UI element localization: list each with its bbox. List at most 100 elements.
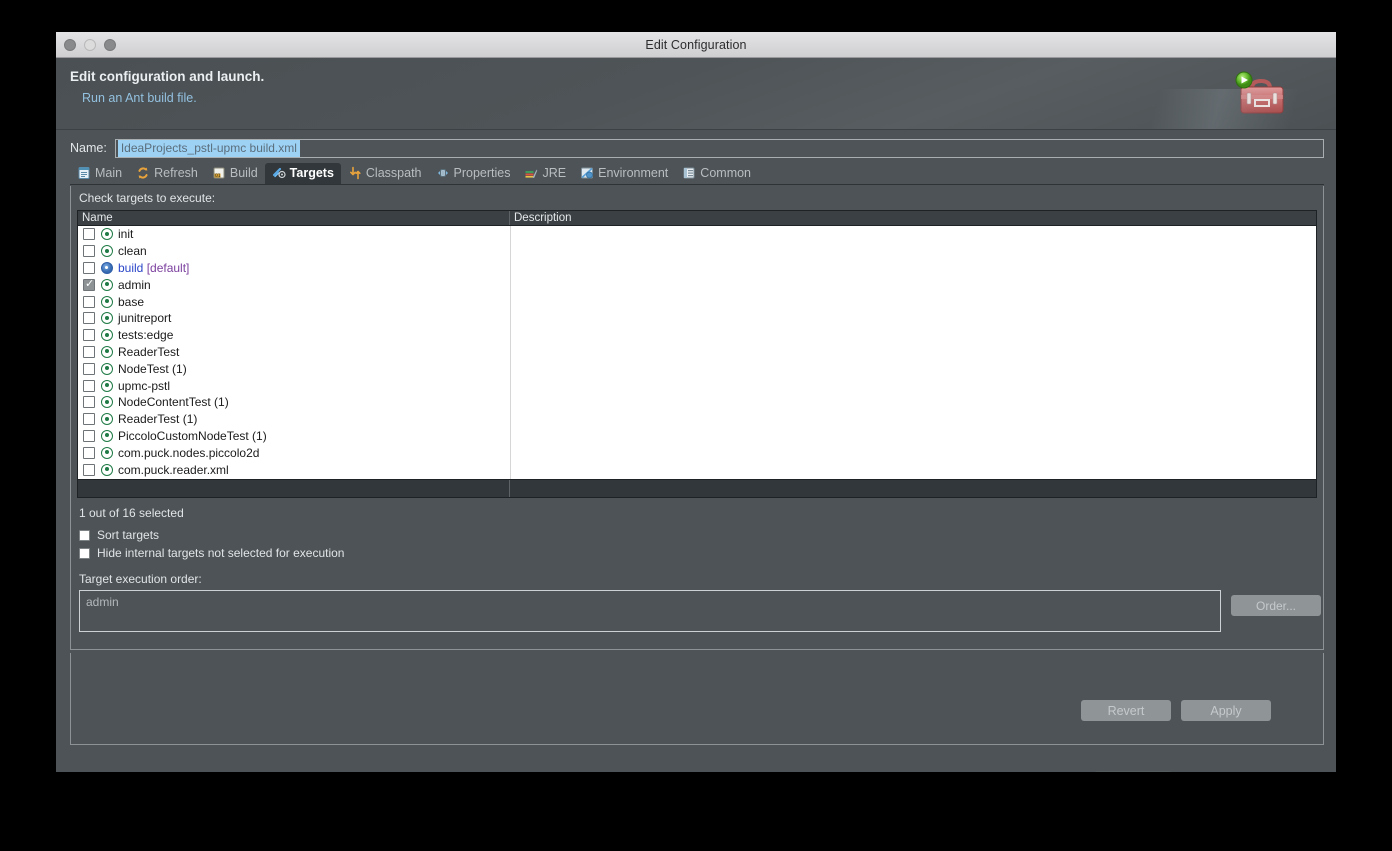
tab-common-label: Common [700,166,752,180]
column-header-description[interactable]: Description [510,211,1316,225]
target-checkbox[interactable] [83,379,95,392]
classpath-icon [348,166,362,180]
target-checkbox[interactable] [83,278,95,291]
target-checkbox[interactable] [83,345,95,358]
target-name-label: NodeTest (1) [118,361,187,376]
environment-icon [580,166,594,180]
jre-books-icon [524,166,538,180]
target-checkbox[interactable] [83,463,95,476]
target-name-label: base [118,294,145,309]
order-button[interactable]: Order... [1231,595,1321,616]
target-checkbox[interactable] [83,312,95,325]
target-checkbox[interactable] [83,295,95,308]
tab-properties[interactable]: Properties [429,163,518,184]
target-icon [101,463,113,476]
target-icon [101,413,113,426]
hide-internal-targets-checkbox[interactable] [79,547,90,559]
target-icon [101,362,113,375]
column-header-name[interactable]: Name [78,211,510,225]
target-checkbox[interactable] [83,245,95,258]
tab-build[interactable]: 01 Build [205,163,265,184]
zoom-window-button[interactable] [104,39,116,51]
refresh-icon [136,166,150,180]
table-row[interactable]: NodeTest (1) [78,360,1316,377]
target-checkbox[interactable] [83,329,95,342]
target-checkbox[interactable] [83,446,95,459]
target-name-label: junitreport [118,311,172,326]
target-name-label: init [118,227,134,242]
dialog-banner: Edit configuration and launch. Run an An… [56,58,1336,130]
default-target-icon [101,261,113,274]
hide-internal-targets-option[interactable]: Hide internal targets not selected for e… [79,546,344,560]
table-row[interactable]: build [default] [78,260,1316,277]
targets-table-footer-strip[interactable] [78,479,1316,497]
target-icon [101,446,113,459]
targets-table: Name Description init clean build [default… [77,210,1317,498]
target-name-label: com.puck.nodes.piccolo2d [118,445,260,460]
tab-environment-label: Environment [598,166,669,180]
table-row[interactable]: init [78,226,1316,243]
target-checkbox[interactable] [83,261,95,274]
common-icon [682,166,696,180]
target-execution-order-box[interactable]: admin [79,590,1221,632]
targets-table-body[interactable]: init cleanbuild [default] admin base junitre… [78,226,1316,479]
properties-icon [436,166,450,180]
table-row[interactable]: base [78,293,1316,310]
table-row[interactable]: PiccoloCustomNodeTest (1) [78,428,1316,445]
table-row[interactable]: com.puck.reader.xml [78,461,1316,478]
target-icon [101,396,113,409]
tab-jre-label: JRE [542,166,567,180]
tab-common[interactable]: Common [675,163,758,184]
table-row[interactable]: NodeContentTest (1) [78,394,1316,411]
minimize-window-button[interactable] [84,39,96,51]
targets-table-header: Name Description [78,211,1316,226]
traffic-light-group [64,39,116,51]
table-row[interactable]: admin [78,276,1316,293]
target-checkbox[interactable] [83,413,95,426]
name-row: Name: IdeaProjects_pstl-upmc build.xml [70,136,1324,160]
column-divider[interactable] [510,226,511,479]
target-name-label: com.puck.reader.xml [118,462,229,477]
configuration-area: Name: IdeaProjects_pstl-upmc build.xml M… [56,130,1336,772]
table-row[interactable]: clean [78,243,1316,260]
tab-main-label: Main [95,166,123,180]
tab-properties-label: Properties [453,166,511,180]
apply-button[interactable]: Apply [1181,700,1271,721]
tab-targets[interactable]: Targets [264,163,341,184]
target-checkbox[interactable] [83,396,95,409]
close-window-button[interactable] [64,39,76,51]
banner-subtitle: Run an Ant build file. [82,91,197,105]
table-row[interactable]: tests:edge [78,327,1316,344]
table-row[interactable]: com.puck.nodes.piccolo2d.test [78,478,1316,479]
target-icon [101,312,113,325]
name-label: Name: [70,141,107,155]
tab-jre[interactable]: JRE [517,163,573,184]
target-name-label: ReaderTest (1) [118,412,198,427]
configuration-tabs: Main Refresh 01 Build Targets Classpath … [70,163,1324,185]
tab-main[interactable]: Main [70,163,129,184]
target-icon [101,379,113,392]
revert-button[interactable]: Revert [1081,700,1171,721]
tab-classpath-label: Classpath [365,166,422,180]
target-checkbox[interactable] [83,362,95,375]
sort-targets-option[interactable]: Sort targets [79,528,159,542]
name-input[interactable]: IdeaProjects_pstl-upmc build.xml [114,138,1324,158]
target-checkbox[interactable] [83,228,95,241]
targets-panel: Check targets to execute: Name Descripti… [70,186,1324,650]
build-01-icon: 01 [212,166,226,180]
sort-targets-checkbox[interactable] [79,529,90,541]
table-row[interactable]: junitreport [78,310,1316,327]
table-row[interactable]: upmc-pstl [78,377,1316,394]
table-row[interactable]: ReaderTest [78,344,1316,361]
target-name-label: upmc-pstl [118,378,171,393]
target-icon [101,429,113,442]
tab-build-label: Build [229,166,258,180]
table-row[interactable]: ReaderTest (1) [78,411,1316,428]
tab-environment[interactable]: Environment [573,163,675,184]
tab-refresh[interactable]: Refresh [129,163,205,184]
target-checkbox[interactable] [83,429,95,442]
targets-icon [272,166,286,180]
tab-classpath[interactable]: Classpath [341,163,429,184]
table-row[interactable]: com.puck.nodes.piccolo2d [78,444,1316,461]
target-icon [101,329,113,342]
